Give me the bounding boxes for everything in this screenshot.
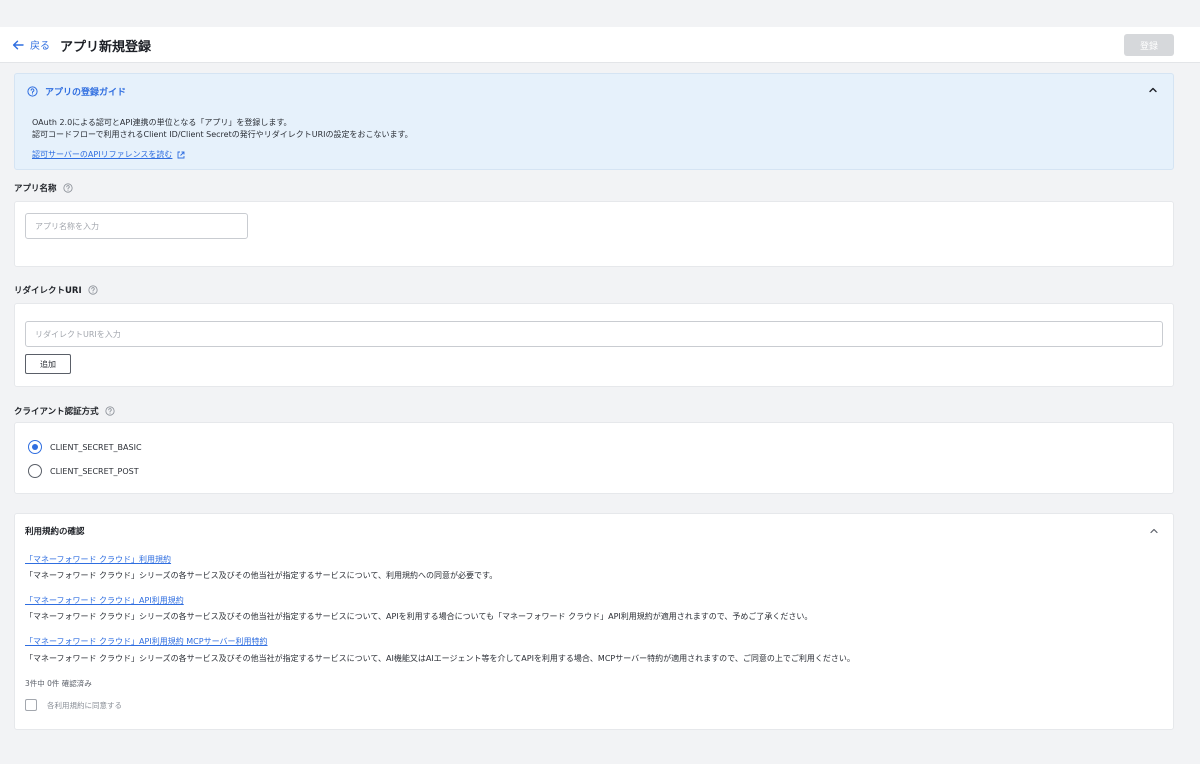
agree-terms-label: 各利用規約に同意する xyxy=(47,700,122,710)
guide-collapse-button[interactable] xyxy=(1146,83,1160,97)
app-name-card xyxy=(14,201,1174,267)
redirect-uri-label: リダイレクトURI xyxy=(14,284,98,296)
chevron-up-icon xyxy=(1150,528,1158,534)
radio-checked-icon[interactable] xyxy=(28,440,42,454)
radio-unchecked-icon[interactable] xyxy=(28,464,42,478)
radio-client-secret-post[interactable]: CLIENT_SECRET_POST xyxy=(28,464,139,478)
app-name-label: アプリ名称 xyxy=(14,182,73,194)
terms-desc-mcp: 「マネーフォワード クラウド」シリーズの各サービス及びその他当社が指定するサービ… xyxy=(25,654,855,663)
add-redirect-uri-button[interactable]: 追加 xyxy=(25,354,71,374)
radio-label: CLIENT_SECRET_POST xyxy=(50,466,139,476)
terms-desc-service: 「マネーフォワード クラウド」シリーズの各サービス及びその他当社が指定するサービ… xyxy=(25,571,498,580)
chevron-up-icon xyxy=(1149,87,1157,93)
agree-terms-checkbox[interactable]: 各利用規約に同意する xyxy=(25,699,122,711)
client-auth-label-text: クライアント認証方式 xyxy=(14,407,99,417)
api-reference-link[interactable]: 認可サーバーのAPIリファレンスを読む xyxy=(32,149,185,160)
terms-link-service[interactable]: 「マネーフォワード クラウド」利用規約 xyxy=(25,554,171,565)
registration-guide-panel: アプリの登録ガイド OAuth 2.0による認可とAPI連携の単位となる「アプリ… xyxy=(14,73,1174,170)
guide-title: アプリの登録ガイド xyxy=(45,88,127,98)
terms-title: 利用規約の確認 xyxy=(25,527,85,537)
back-link[interactable]: 戻る xyxy=(12,37,50,52)
terms-link-api[interactable]: 「マネーフォワード クラウド」API利用規約 xyxy=(25,595,184,606)
app-name-label-text: アプリ名称 xyxy=(14,184,57,194)
top-bar: 戻る アプリ新規登録 登録 xyxy=(0,27,1200,63)
question-circle-icon[interactable] xyxy=(105,406,115,416)
guide-header[interactable]: アプリの登録ガイド xyxy=(27,85,126,98)
question-circle-icon[interactable] xyxy=(88,285,98,295)
redirect-uri-input[interactable] xyxy=(25,321,1163,347)
api-reference-link-label: 認可サーバーのAPIリファレンスを読む xyxy=(32,150,173,159)
guide-description: OAuth 2.0による認可とAPI連携の単位となる「アプリ」を登録します。 認… xyxy=(32,117,413,141)
client-auth-card: CLIENT_SECRET_BASIC CLIENT_SECRET_POST xyxy=(14,422,1174,494)
question-circle-icon[interactable] xyxy=(62,183,73,193)
external-link-icon xyxy=(177,151,185,158)
checkbox-icon[interactable] xyxy=(25,699,37,711)
redirect-uri-label-text: リダイレクトURI xyxy=(14,286,82,296)
question-circle-icon xyxy=(27,86,38,97)
client-auth-label: クライアント認証方式 xyxy=(14,405,115,417)
terms-card: 利用規約の確認 「マネーフォワード クラウド」利用規約 「マネーフォワード クラ… xyxy=(14,513,1174,730)
register-button[interactable]: 登録 xyxy=(1124,34,1174,56)
guide-line-1: OAuth 2.0による認可とAPI連携の単位となる「アプリ」を登録します。 xyxy=(32,118,292,127)
app-name-input[interactable] xyxy=(25,213,248,239)
guide-line-2: 認可コードフローで利用されるClient ID/Client Secretの発行… xyxy=(32,130,413,139)
redirect-uri-card: 追加 xyxy=(14,303,1174,387)
terms-desc-api: 「マネーフォワード クラウド」シリーズの各サービス及びその他当社が指定するサービ… xyxy=(25,612,813,621)
terms-link-mcp[interactable]: 「マネーフォワード クラウド」API利用規約 MCPサーバー利用特約 xyxy=(25,636,268,647)
terms-confirm-count: 3件中 0件 確認済み xyxy=(25,679,92,688)
back-label: 戻る xyxy=(30,41,50,52)
page-title: アプリ新規登録 xyxy=(60,40,152,55)
radio-client-secret-basic[interactable]: CLIENT_SECRET_BASIC xyxy=(28,440,142,454)
radio-label: CLIENT_SECRET_BASIC xyxy=(50,442,142,452)
arrow-left-icon xyxy=(12,40,24,49)
terms-collapse-button[interactable] xyxy=(1147,524,1161,538)
